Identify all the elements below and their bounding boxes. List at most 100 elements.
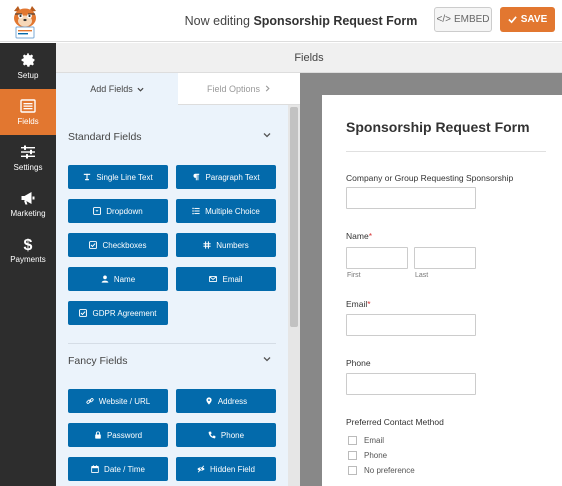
fields-icon: [20, 99, 36, 113]
eye-slash-icon: [197, 465, 205, 473]
contact-option-label: Email: [364, 436, 385, 445]
fancy-fields-title[interactable]: Fancy Fields: [68, 355, 128, 367]
form-title: Sponsorship Request Form: [346, 119, 530, 135]
first-sublabel: First: [347, 272, 361, 279]
field-button-numbers[interactable]: Numbers: [176, 233, 276, 257]
checkbox[interactable]: [348, 436, 357, 445]
paragraph-icon: [193, 173, 200, 181]
field-button-address[interactable]: Address: [176, 389, 276, 413]
checkbox[interactable]: [348, 466, 357, 475]
contact-option-no-preference[interactable]: No preference: [348, 466, 415, 475]
field-button-multiple-choice[interactable]: Multiple Choice: [176, 199, 276, 223]
embed-button[interactable]: </> EMBED: [434, 7, 492, 32]
sidebar-item-label: Setup: [17, 71, 39, 80]
check-icon: [508, 16, 517, 24]
gear-icon: [21, 53, 35, 67]
chevron-down-icon: [137, 87, 144, 92]
form-preview: Sponsorship Request Form Company or Grou…: [322, 95, 562, 486]
save-button[interactable]: SAVE: [500, 7, 555, 32]
list-icon: [192, 207, 200, 215]
sidebar-nav: Setup Fields Settings Marketing $ Paymen…: [0, 43, 56, 486]
tab-add-fields[interactable]: Add Fields: [56, 73, 178, 105]
sidebar-item-marketing[interactable]: Marketing: [0, 181, 56, 227]
contact-option-label: No preference: [364, 466, 415, 475]
hash-icon: [203, 241, 211, 249]
contact-option-phone[interactable]: Phone: [348, 451, 387, 460]
calendar-icon: [91, 465, 99, 473]
sidebar-item-fields[interactable]: Fields: [0, 89, 56, 135]
required-marker: *: [367, 299, 371, 309]
chevron-down-icon[interactable]: [262, 354, 272, 364]
field-button-label: Hidden Field: [210, 464, 255, 474]
sidebar-item-label: Payments: [10, 255, 46, 264]
email-field[interactable]: [346, 314, 476, 336]
dropdown-icon: [93, 207, 102, 215]
form-divider: [346, 151, 546, 152]
phone-field[interactable]: [346, 373, 476, 395]
name-label-text: Name: [346, 231, 369, 241]
last-sublabel: Last: [415, 272, 429, 279]
field-button-single-line-text[interactable]: Single Line Text: [68, 165, 168, 189]
section-divider: [68, 343, 276, 344]
field-button-label: Checkboxes: [102, 240, 147, 250]
company-label: Company or Group Requesting Sponsorship: [346, 173, 514, 183]
code-icon: </>: [436, 14, 451, 25]
field-button-label: Paragraph Text: [205, 172, 260, 182]
megaphone-icon: [21, 192, 35, 205]
field-button-gdpr-agreement[interactable]: GDPR Agreement: [68, 301, 168, 325]
text-cursor-icon: [84, 173, 91, 181]
contact-option-label: Phone: [364, 451, 388, 460]
field-button-phone[interactable]: Phone: [176, 423, 276, 447]
phone-label: Phone: [346, 358, 371, 368]
field-button-label: Single Line Text: [96, 172, 153, 182]
field-button-label: Email: [222, 274, 243, 284]
sidebar-item-label: Marketing: [10, 209, 46, 218]
embed-label: EMBED: [453, 14, 490, 25]
title-prefix: Now editing: [184, 14, 250, 28]
field-button-label: Password: [106, 430, 143, 440]
field-button-website-url[interactable]: Website / URL: [68, 389, 168, 413]
first-name-field[interactable]: [346, 247, 408, 269]
field-button-email[interactable]: Email: [176, 267, 276, 291]
email-label: Email*: [346, 299, 371, 309]
fields-panel: Add Fields Field Options Standard Fields…: [56, 73, 300, 486]
company-field[interactable]: [346, 187, 476, 209]
scrollbar-thumb[interactable]: [290, 107, 298, 327]
chevron-down-icon[interactable]: [262, 130, 272, 140]
field-button-label: Phone: [220, 430, 245, 440]
chevron-right-icon: [265, 85, 270, 92]
envelope-icon: [209, 275, 218, 283]
field-button-hidden-field[interactable]: Hidden Field: [176, 457, 276, 481]
sidebar-item-payments[interactable]: $ Payments: [0, 227, 56, 273]
field-button-name[interactable]: Name: [68, 267, 168, 291]
email-label-text: Email: [346, 299, 368, 309]
sidebar-item-settings[interactable]: Settings: [0, 135, 56, 181]
checkbox[interactable]: [348, 451, 357, 460]
checkbox-icon: [79, 309, 88, 317]
standard-fields-title[interactable]: Standard Fields: [68, 131, 142, 143]
map-marker-icon: [206, 397, 212, 405]
field-button-checkboxes[interactable]: Checkboxes: [68, 233, 168, 257]
svg-text:$: $: [24, 237, 33, 252]
field-button-dropdown[interactable]: Dropdown: [68, 199, 168, 223]
sidebar-item-setup[interactable]: Setup: [0, 43, 56, 89]
last-name-field[interactable]: [414, 247, 476, 269]
name-label: Name*: [346, 231, 372, 241]
user-icon: [101, 275, 109, 283]
field-button-password[interactable]: Password: [68, 423, 168, 447]
sidebar-item-label: Settings: [13, 163, 43, 172]
phone-icon: [208, 431, 216, 439]
field-button-label: Website / URL: [98, 396, 151, 406]
form-name: Sponsorship Request Form: [253, 14, 418, 28]
contact-method-label: Preferred Contact Method: [346, 417, 444, 427]
save-label: SAVE: [520, 14, 548, 25]
field-button-label: Multiple Choice: [205, 206, 260, 216]
dollar-icon: $: [24, 237, 33, 252]
tab-field-options[interactable]: Field Options: [178, 73, 300, 105]
contact-option-email[interactable]: Email: [348, 436, 384, 445]
field-button-paragraph-text[interactable]: Paragraph Text: [176, 165, 276, 189]
field-button-label: Dropdown: [106, 206, 143, 216]
panel-scrollbar[interactable]: [288, 105, 300, 486]
link-icon: [86, 398, 94, 404]
field-button-date-time[interactable]: Date / Time: [68, 457, 168, 481]
